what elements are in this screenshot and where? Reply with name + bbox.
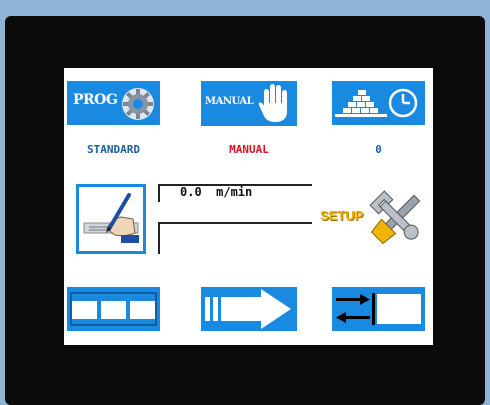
count-value: 0: [375, 143, 382, 156]
stack-clock-icon: [335, 88, 418, 118]
speed-value: 0.0 m/min: [180, 185, 253, 199]
hand-icon: [258, 84, 287, 122]
pen-writing-icon: [83, 193, 139, 243]
prog-button[interactable]: PROG: [67, 81, 160, 125]
gear-icon: [122, 88, 154, 120]
prog-button-label: PROG: [73, 92, 118, 108]
wrench-screwdriver-icon: [369, 190, 421, 245]
edit-button[interactable]: [76, 184, 146, 254]
speed-display-bottom: [158, 222, 312, 254]
setup-button[interactable]: SETUP: [317, 188, 425, 248]
program-name: STANDARD: [87, 143, 140, 156]
steps-button[interactable]: [67, 287, 160, 331]
setup-label: SETUP: [320, 208, 364, 223]
forward-button[interactable]: [201, 287, 297, 331]
counter-button[interactable]: [332, 81, 425, 125]
speed-display: 0.0 m/min: [158, 184, 312, 254]
hmi-screen: PROG MANUAL STANDARD MANUAL 0 0.0 m/min …: [64, 68, 433, 345]
manual-button-label: MANUAL: [205, 96, 254, 107]
steps-icon: [70, 292, 157, 326]
reverse-arrows-icon: [336, 293, 421, 325]
mode-indicator: MANUAL: [229, 143, 269, 156]
manual-button[interactable]: MANUAL: [201, 81, 297, 126]
reverse-button[interactable]: [332, 287, 425, 331]
forward-arrow-icon: [205, 289, 291, 329]
